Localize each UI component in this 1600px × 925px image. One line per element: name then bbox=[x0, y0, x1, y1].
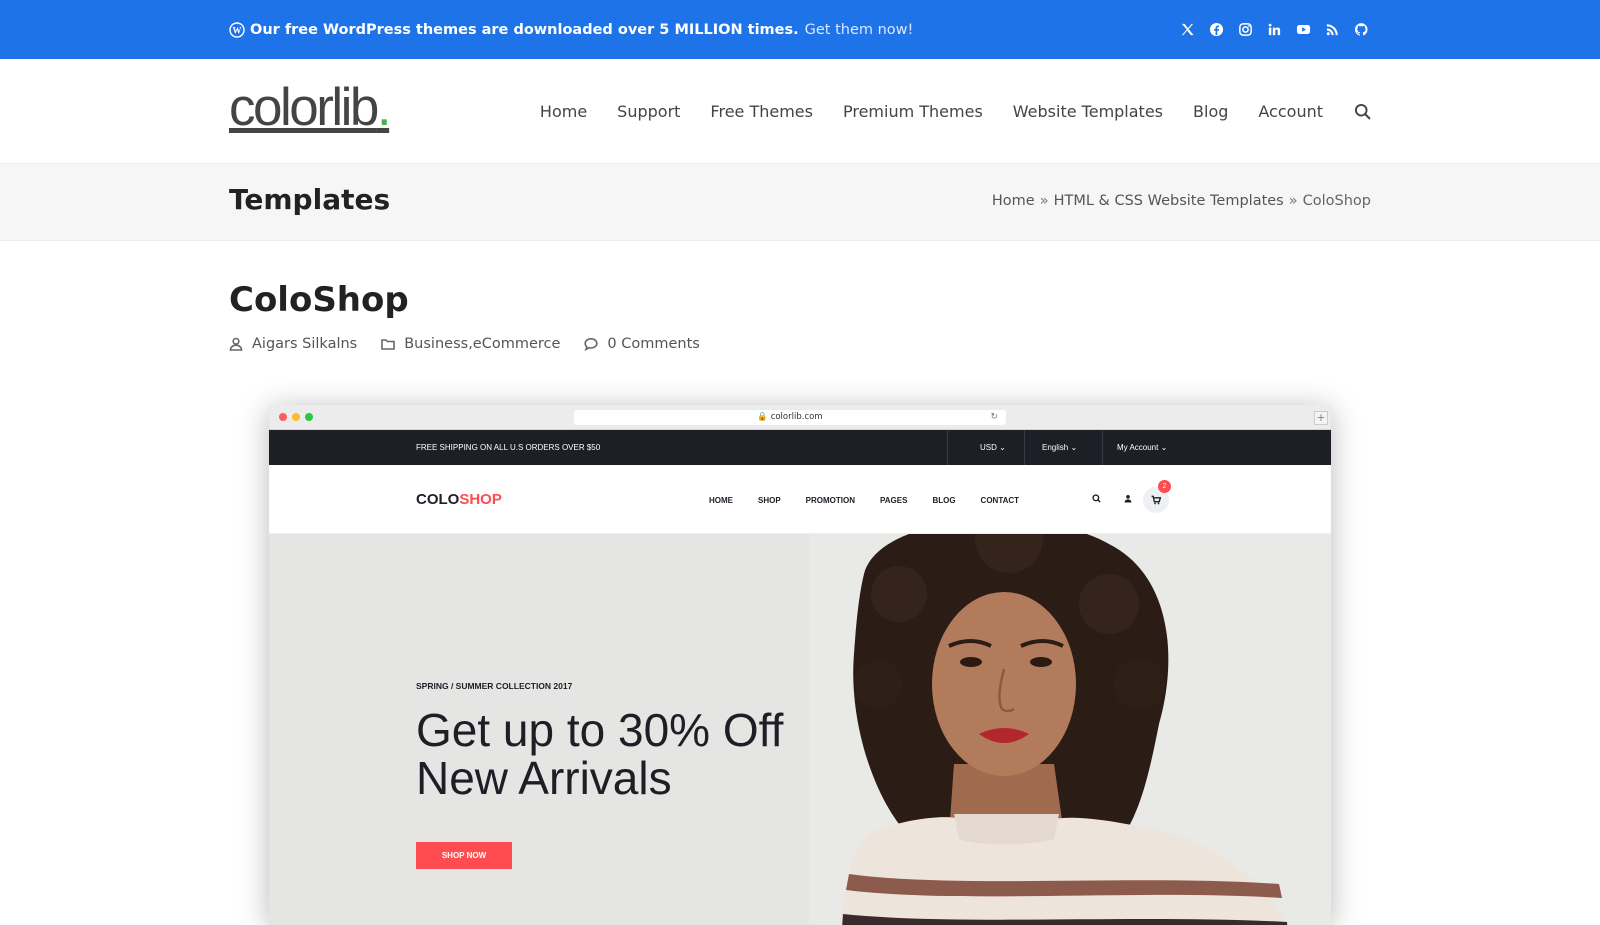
coloshop-header: COLOSHOP HOME SHOP PROMOTION PAGES BLOG … bbox=[269, 465, 1331, 534]
coloshop-hero: SPRING / SUMMER COLLECTION 2017 Get up t… bbox=[269, 534, 1331, 925]
coloshop-nav: HOME SHOP PROMOTION PAGES BLOG CONTACT bbox=[709, 496, 1019, 505]
announcement-text: Our free WordPress themes are downloaded… bbox=[250, 21, 799, 38]
logo-dot: . bbox=[376, 78, 392, 137]
browser-chrome: 🔒 colorlib.com ↻ + bbox=[269, 405, 1331, 430]
page-title: Templates bbox=[229, 183, 391, 216]
announcement: W Our free WordPress themes are download… bbox=[229, 22, 913, 38]
breadcrumb-templates[interactable]: HTML & CSS Website Templates bbox=[1054, 193, 1284, 209]
breadcrumb: Home» HTML & CSS Website Templates» ColoSh… bbox=[992, 193, 1371, 209]
cart-count-badge: 2 bbox=[1158, 480, 1171, 493]
comment-icon bbox=[584, 337, 599, 351]
get-them-now-link[interactable]: Get them now! bbox=[805, 22, 914, 38]
user-icon bbox=[229, 337, 243, 351]
coloshop-logo: COLOSHOP bbox=[416, 491, 502, 508]
post-title: ColoShop bbox=[229, 280, 409, 320]
youtube-icon[interactable] bbox=[1294, 21, 1312, 39]
coloshop-nav-item: SHOP bbox=[758, 496, 781, 505]
browser-address-bar: 🔒 colorlib.com ↻ bbox=[574, 410, 1006, 425]
featured-image[interactable]: 🔒 colorlib.com ↻ + FREE SHIPPING ON ALL U… bbox=[269, 405, 1331, 925]
category-link[interactable]: eCommerce bbox=[473, 336, 561, 352]
post-comments: 0 Comments bbox=[584, 336, 700, 352]
breadcrumb-current: ColoShop bbox=[1302, 193, 1371, 209]
nav-blog[interactable]: Blog bbox=[1193, 102, 1228, 121]
new-tab-icon: + bbox=[1314, 411, 1328, 425]
language-select: English ⌄ bbox=[1042, 443, 1078, 452]
currency-select: USD ⌄ bbox=[980, 443, 1006, 452]
coloshop-topbar: FREE SHIPPING ON ALL U.S ORDERS OVER $50… bbox=[269, 430, 1331, 465]
post-author: Aigars Silkalns bbox=[229, 336, 357, 352]
reload-icon: ↻ bbox=[990, 412, 998, 422]
breadcrumb-separator: » bbox=[1288, 193, 1298, 209]
rss-icon[interactable] bbox=[1323, 21, 1341, 39]
main-nav: Home Support Free Themes Premium Themes … bbox=[540, 59, 1371, 164]
site-logo[interactable]: colorlib. bbox=[229, 78, 392, 137]
coloshop-nav-item: CONTACT bbox=[980, 496, 1020, 505]
site-header: colorlib. Home Support Free Themes Premi… bbox=[0, 59, 1600, 164]
post-categories: Business, eCommerce bbox=[381, 336, 560, 352]
account-value: My Account bbox=[1117, 443, 1159, 452]
logo-part: COLO bbox=[416, 491, 460, 508]
facebook-icon[interactable] bbox=[1207, 21, 1225, 39]
search-icon bbox=[1092, 494, 1101, 505]
maximize-dot-icon bbox=[305, 413, 313, 421]
nav-account[interactable]: Account bbox=[1258, 102, 1323, 121]
hero-headline-line: Get up to 30% Off bbox=[416, 704, 784, 756]
nav-free-themes[interactable]: Free Themes bbox=[710, 102, 813, 121]
nav-website-templates[interactable]: Website Templates bbox=[1013, 102, 1163, 121]
language-value: English bbox=[1042, 443, 1069, 452]
coloshop-nav-item: HOME bbox=[709, 496, 733, 505]
coloshop-nav-item: BLOG bbox=[932, 496, 956, 505]
category-link[interactable]: Business bbox=[404, 336, 468, 352]
divider bbox=[1024, 430, 1025, 465]
shop-now-button: SHOP NOW bbox=[416, 842, 512, 869]
comments-link[interactable]: 0 Comments bbox=[607, 336, 699, 352]
currency-value: USD bbox=[980, 443, 997, 452]
post-meta: Aigars Silkalns Business, eCommerce 0 Co… bbox=[229, 336, 724, 352]
wordpress-icon: W bbox=[229, 21, 245, 38]
logo-text: colorlib bbox=[229, 78, 379, 137]
close-dot-icon bbox=[279, 413, 287, 421]
model-photo bbox=[840, 534, 1288, 925]
folder-icon bbox=[381, 339, 396, 350]
logo-part: SHOP bbox=[459, 491, 502, 508]
cart-icon bbox=[1151, 495, 1161, 505]
divider bbox=[1102, 430, 1103, 465]
author-link[interactable]: Aigars Silkalns bbox=[252, 336, 357, 352]
hero-headline-line: New Arrivals bbox=[416, 752, 672, 804]
coloshop-nav-item: PROMOTION bbox=[805, 496, 856, 505]
instagram-icon[interactable] bbox=[1236, 21, 1254, 39]
linkedin-icon[interactable] bbox=[1265, 21, 1283, 39]
svg-text:W: W bbox=[233, 25, 242, 35]
minimize-dot-icon bbox=[292, 413, 300, 421]
hero-eyebrow: SPRING / SUMMER COLLECTION 2017 bbox=[416, 681, 573, 691]
user-icon bbox=[1124, 494, 1132, 505]
breadcrumb-home[interactable]: Home bbox=[992, 193, 1035, 209]
nav-premium-themes[interactable]: Premium Themes bbox=[843, 102, 983, 121]
nav-home[interactable]: Home bbox=[540, 102, 587, 121]
announcement-bar: W Our free WordPress themes are download… bbox=[0, 0, 1600, 59]
github-icon[interactable] bbox=[1352, 21, 1370, 39]
divider bbox=[947, 430, 948, 465]
search-icon[interactable] bbox=[1353, 103, 1371, 121]
browser-url: colorlib.com bbox=[770, 412, 823, 422]
x-icon[interactable] bbox=[1178, 21, 1196, 39]
account-select: My Account ⌄ bbox=[1117, 443, 1168, 452]
page-title-band: Templates Home» HTML & CSS Website Templa… bbox=[0, 164, 1600, 241]
breadcrumb-separator: » bbox=[1039, 193, 1049, 209]
coloshop-nav-item: PAGES bbox=[880, 496, 908, 505]
nav-support[interactable]: Support bbox=[617, 102, 680, 121]
social-links bbox=[1178, 21, 1370, 39]
hero-headline: Get up to 30% Off New Arrivals bbox=[416, 706, 886, 802]
shipping-notice: FREE SHIPPING ON ALL U.S ORDERS OVER $50 bbox=[416, 443, 601, 452]
